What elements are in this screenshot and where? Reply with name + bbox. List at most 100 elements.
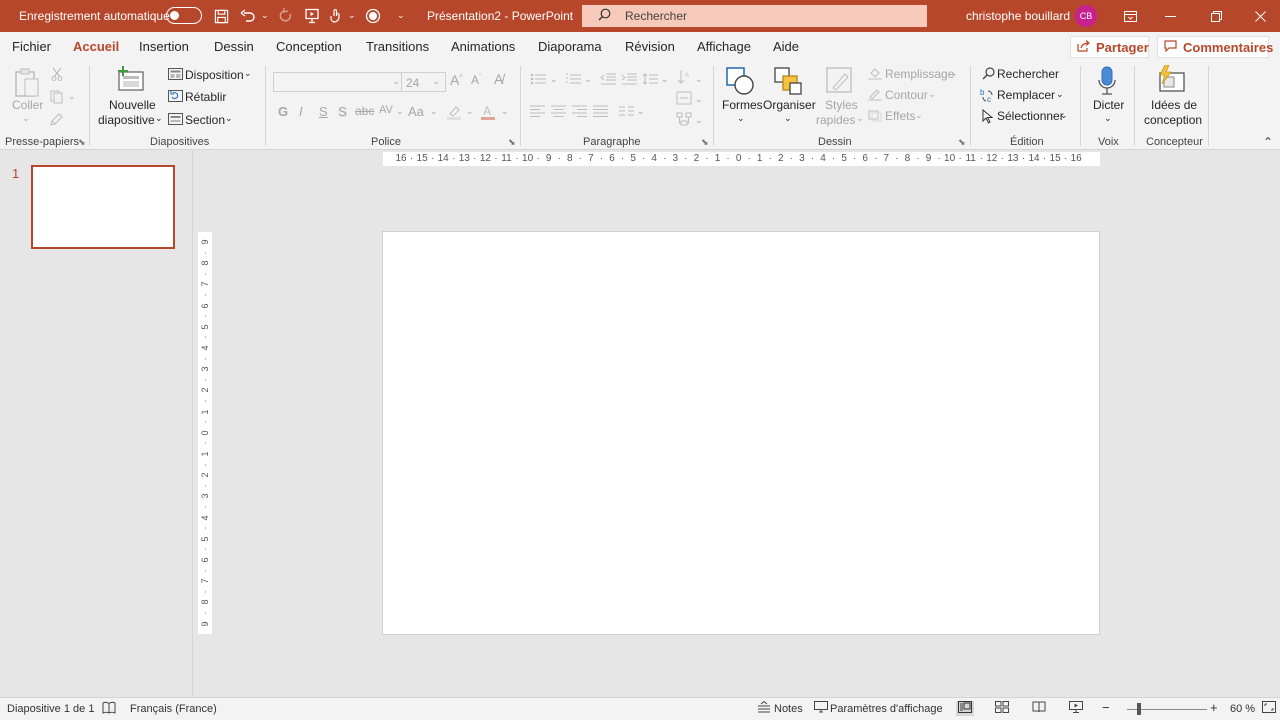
collapse-ribbon-icon[interactable]: ⌃ bbox=[1263, 135, 1273, 149]
paste-icon[interactable] bbox=[12, 66, 42, 100]
text-direction-icon[interactable]: A bbox=[675, 68, 693, 86]
bullets-icon[interactable] bbox=[528, 72, 548, 86]
shape-fill-icon[interactable] bbox=[867, 66, 883, 80]
new-slide-dropdown-icon[interactable]: ⌄ bbox=[155, 113, 163, 124]
touch-mode-icon[interactable] bbox=[326, 6, 346, 26]
align-right-icon[interactable] bbox=[570, 104, 588, 118]
arrange-icon[interactable] bbox=[772, 65, 804, 97]
slide-counter[interactable]: Diapositive 1 de 1 bbox=[7, 703, 94, 715]
italic-button[interactable]: I bbox=[299, 104, 303, 119]
shrink-font-icon[interactable]: Aˇ bbox=[471, 73, 481, 87]
replace-icon[interactable]: bc bbox=[979, 87, 995, 103]
align-center-icon[interactable] bbox=[549, 104, 567, 118]
strikethrough-spacing-icon[interactable]: abc bbox=[355, 104, 374, 118]
replace-button[interactable]: Remplacer bbox=[997, 88, 1055, 102]
vertical-ruler[interactable]: 9 · 8 · 7 · 6 · 5 · 4 · 3 · 2 · 1 · 0 · 1 · 2 · 3 · 4 · 5 · 6 · 7 · 8 · 9 bbox=[198, 232, 212, 634]
layout-button[interactable]: Disposition bbox=[185, 68, 244, 82]
redo-icon[interactable] bbox=[276, 6, 296, 26]
comments-button[interactable]: Commentaires bbox=[1157, 36, 1273, 58]
tab-insertion[interactable]: Insertion bbox=[139, 39, 189, 54]
reset-icon[interactable] bbox=[167, 89, 183, 103]
ribbon-display-options-icon[interactable] bbox=[1120, 6, 1140, 26]
drawing-launcher-icon[interactable]: ⬊ bbox=[958, 137, 966, 148]
tab-conception[interactable]: Conception bbox=[276, 39, 342, 54]
restore-icon[interactable] bbox=[1206, 6, 1226, 26]
tab-revision[interactable]: Révision bbox=[625, 39, 675, 54]
notes-icon[interactable] bbox=[757, 700, 771, 716]
arrange-dropdown-icon[interactable]: ⌄ bbox=[784, 113, 792, 124]
slideshow-view-icon[interactable] bbox=[1069, 701, 1083, 716]
new-slide-icon[interactable] bbox=[114, 65, 146, 95]
find-icon[interactable] bbox=[980, 66, 996, 80]
arrange-label[interactable]: Organiser bbox=[763, 98, 816, 113]
quick-styles-label-1[interactable]: Styles bbox=[825, 98, 858, 113]
section-dropdown-icon[interactable]: ⌄ bbox=[225, 113, 233, 124]
font-color-dropdown-icon[interactable]: ⌄ bbox=[501, 106, 509, 117]
minimize-icon[interactable] bbox=[1160, 6, 1180, 26]
slide-sorter-icon[interactable] bbox=[995, 701, 1009, 716]
select-dropdown-icon[interactable]: ⌄ bbox=[1060, 110, 1068, 121]
shape-fill-dropdown-icon[interactable]: ⌄ bbox=[950, 68, 958, 79]
columns-icon[interactable] bbox=[617, 104, 635, 118]
numbering-icon[interactable] bbox=[563, 72, 583, 86]
horizontal-ruler[interactable]: 16 · 15 · 14 · 13 · 12 · 11 · 10 · 9 · 8 · 7 · 6 · 5 · 4 · 3 · 2 · 1 · 0… bbox=[383, 152, 1100, 166]
save-icon[interactable] bbox=[211, 6, 231, 26]
font-color-icon[interactable]: A bbox=[479, 103, 497, 121]
display-settings-icon[interactable] bbox=[814, 701, 828, 716]
line-spacing-icon[interactable] bbox=[641, 72, 659, 86]
language-indicator[interactable]: Français (France) bbox=[130, 703, 217, 715]
tab-fichier[interactable]: Fichier bbox=[12, 39, 51, 54]
close-icon[interactable] bbox=[1250, 6, 1270, 26]
character-spacing-button[interactable]: AV bbox=[379, 104, 393, 116]
shapes-dropdown-icon[interactable]: ⌄ bbox=[737, 113, 745, 124]
align-text-dropdown-icon[interactable]: ⌄ bbox=[695, 94, 703, 105]
avatar[interactable]: CB bbox=[1075, 5, 1097, 27]
zoom-out-button[interactable]: − bbox=[1102, 700, 1110, 715]
replace-dropdown-icon[interactable]: ⌄ bbox=[1056, 89, 1064, 100]
shape-effects-button[interactable]: Effets bbox=[885, 109, 915, 123]
clear-formatting-icon[interactable]: A̸ bbox=[494, 71, 503, 87]
design-ideas-icon[interactable] bbox=[1155, 64, 1187, 96]
justify-icon[interactable] bbox=[591, 104, 609, 118]
font-launcher-icon[interactable]: ⬊ bbox=[508, 137, 516, 148]
dictate-dropdown-icon[interactable]: ⌄ bbox=[1104, 113, 1112, 124]
layout-icon[interactable] bbox=[167, 67, 183, 81]
tab-animations[interactable]: Animations bbox=[451, 39, 515, 54]
shapes-icon[interactable] bbox=[724, 65, 756, 97]
slide-thumbnail[interactable] bbox=[31, 165, 175, 249]
user-name[interactable]: christophe bouillard bbox=[966, 9, 1070, 23]
microphone-icon[interactable] bbox=[1094, 65, 1120, 97]
reset-button[interactable]: Rétablir bbox=[185, 90, 226, 104]
customize-quick-access-icon[interactable]: ⌄ bbox=[397, 10, 405, 21]
shape-effects-dropdown-icon[interactable]: ⌄ bbox=[915, 110, 923, 121]
zoom-level[interactable]: 60 % bbox=[1230, 703, 1255, 715]
tab-diaporama[interactable]: Diaporama bbox=[538, 39, 602, 54]
shape-fill-button[interactable]: Remplissage bbox=[885, 67, 954, 81]
tab-accueil[interactable]: Accueil bbox=[73, 39, 120, 63]
tab-transitions[interactable]: Transitions bbox=[366, 39, 429, 54]
increase-indent-icon[interactable] bbox=[620, 72, 638, 86]
section-button[interactable]: Section bbox=[185, 113, 225, 127]
clipboard-launcher-icon[interactable]: ⬊ bbox=[78, 137, 86, 148]
highlight-dropdown-icon[interactable]: ⌄ bbox=[466, 106, 474, 117]
align-left-icon[interactable] bbox=[528, 104, 546, 118]
align-text-icon[interactable] bbox=[675, 90, 693, 106]
zoom-in-button[interactable]: + bbox=[1210, 700, 1218, 715]
paragraph-launcher-icon[interactable]: ⬊ bbox=[701, 137, 709, 148]
bold-button[interactable]: G bbox=[278, 104, 288, 119]
change-case-button[interactable]: Aa bbox=[408, 104, 424, 119]
font-size-dropdown-icon[interactable]: ⌄ bbox=[432, 76, 440, 87]
highlight-icon[interactable] bbox=[445, 103, 463, 121]
dictate-label[interactable]: Dicter bbox=[1093, 98, 1124, 113]
layout-dropdown-icon[interactable]: ⌄ bbox=[244, 68, 252, 79]
design-ideas-label-2[interactable]: conception bbox=[1144, 113, 1202, 128]
columns-dropdown-icon[interactable]: ⌄ bbox=[637, 106, 645, 117]
select-button[interactable]: Sélectionner bbox=[997, 109, 1064, 123]
font-size-combo[interactable]: 24 ⌄ bbox=[401, 72, 446, 92]
shape-outline-icon[interactable] bbox=[867, 87, 883, 101]
case-dropdown-icon[interactable]: ⌄ bbox=[430, 106, 438, 117]
reading-view-icon[interactable] bbox=[1032, 701, 1046, 716]
shape-effects-icon[interactable] bbox=[867, 108, 883, 122]
bullets-dropdown-icon[interactable]: ⌄ bbox=[550, 74, 558, 85]
tab-aide[interactable]: Aide bbox=[773, 39, 799, 54]
